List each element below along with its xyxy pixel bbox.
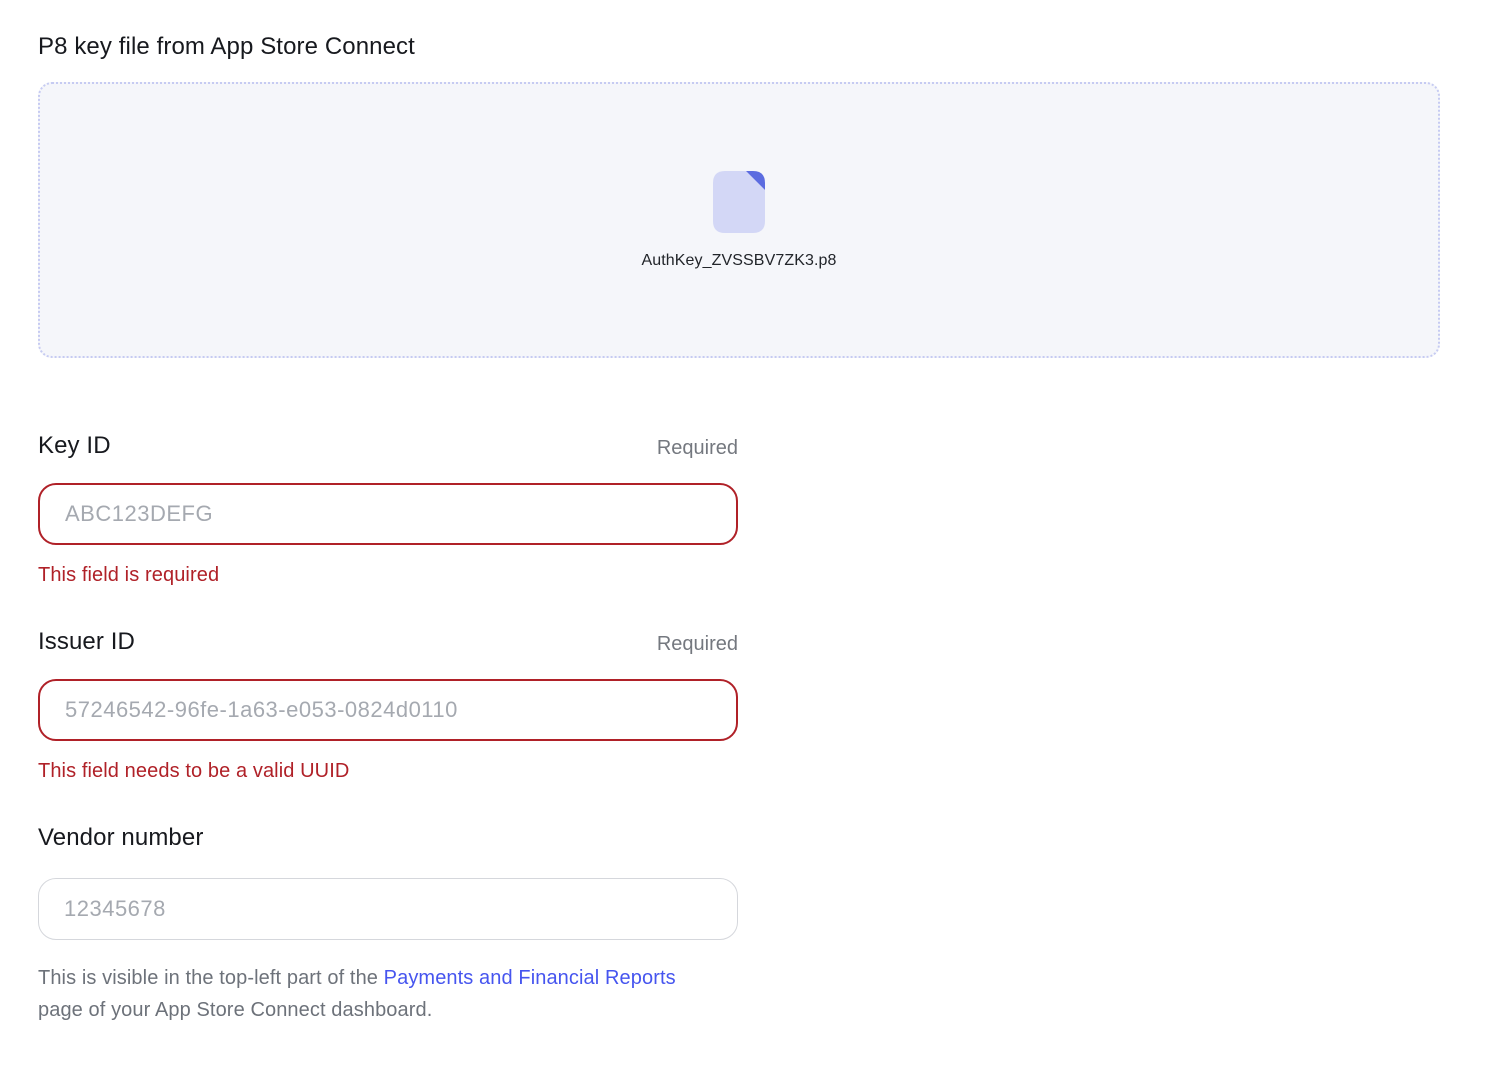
- key-id-label: Key ID: [38, 432, 111, 460]
- p8-file-label: P8 key file from App Store Connect: [38, 33, 1486, 61]
- uploaded-file-name: AuthKey_ZVSSBV7ZK3.p8: [641, 252, 836, 270]
- issuer-id-label: Issuer ID: [38, 628, 135, 656]
- vendor-number-field: Vendor number This is visible in the top…: [38, 824, 738, 1026]
- issuer-id-field: Issuer ID Required This field needs to b…: [38, 628, 738, 783]
- key-id-input[interactable]: [38, 483, 738, 545]
- key-id-field: Key ID Required This field is required: [38, 432, 738, 587]
- issuer-id-input[interactable]: [38, 679, 738, 741]
- app-store-connect-credentials-form: P8 key file from App Store Connect AuthK…: [0, 0, 1486, 1026]
- issuer-id-required-badge: Required: [657, 633, 738, 656]
- key-id-field-header: Key ID Required: [38, 432, 738, 460]
- p8-file-dropzone[interactable]: AuthKey_ZVSSBV7ZK3.p8: [38, 82, 1440, 358]
- payments-and-financial-reports-link[interactable]: Payments and Financial Reports: [384, 967, 676, 989]
- vendor-number-input[interactable]: [38, 878, 738, 940]
- issuer-id-error-message: This field needs to be a valid UUID: [38, 760, 738, 783]
- document-icon: [713, 171, 765, 233]
- vendor-number-help-text: This is visible in the top-left part of …: [38, 962, 694, 1026]
- vendor-number-label: Vendor number: [38, 824, 203, 852]
- help-text-prefix: This is visible in the top-left part of …: [38, 967, 384, 989]
- vendor-number-field-header: Vendor number: [38, 824, 738, 852]
- key-id-error-message: This field is required: [38, 564, 738, 587]
- key-id-required-badge: Required: [657, 437, 738, 460]
- help-text-suffix: page of your App Store Connect dashboard…: [38, 999, 432, 1021]
- issuer-id-field-header: Issuer ID Required: [38, 628, 738, 656]
